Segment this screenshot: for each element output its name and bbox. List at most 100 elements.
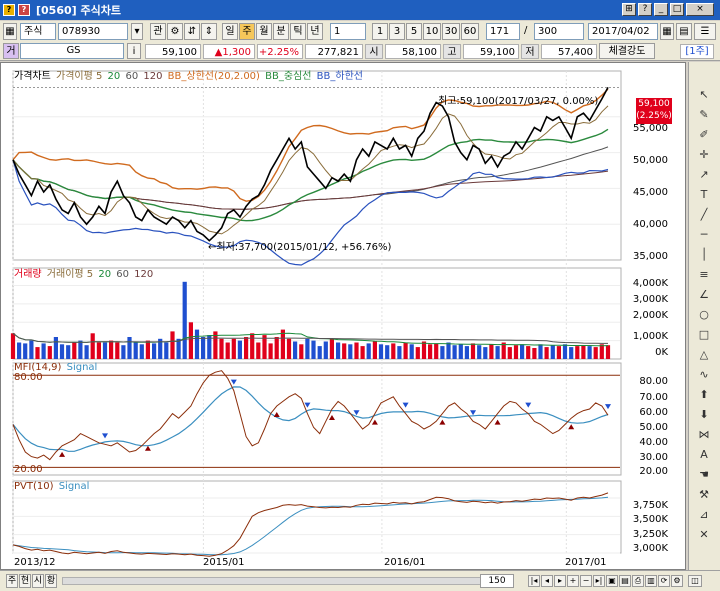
scroll-right-icon[interactable]: ▸ [554,575,566,587]
bottom-tab-3[interactable]: 시 [32,574,44,588]
range-60[interactable]: 60 [461,23,479,40]
gwan-button[interactable]: 관 [150,23,166,40]
expand-icon[interactable]: ◫ [688,575,702,587]
volume-bar [194,329,200,359]
strength-button[interactable]: 체결강도 [599,43,655,59]
scroll-left-end-icon[interactable]: |◂ [528,575,540,587]
menu-icon[interactable]: ☰ [694,23,716,40]
range-3[interactable]: 3 [389,23,405,40]
volume-bar [152,343,157,359]
layout-button[interactable]: ⊞ [622,3,636,16]
volume-bar [569,347,574,359]
tab-day[interactable]: 일 [222,23,238,40]
count-input[interactable]: 171 [486,23,520,40]
close-button[interactable]: × [686,3,714,16]
help-button[interactable]: ? [638,3,652,16]
eraser-icon[interactable]: ✎ [694,106,714,123]
pattern-icon[interactable]: ⋈ [694,426,714,443]
bottom-tab-1[interactable]: 주 [6,574,18,588]
calendar-icon[interactable]: ▦ [660,23,674,40]
arrow-down-icon[interactable]: ⬇ [694,406,714,423]
minimize-button[interactable]: _ [654,3,668,16]
info-icon[interactable]: i [127,43,141,59]
vertical-line-icon[interactable]: │ [694,246,714,263]
search-icon[interactable]: ▾ [131,23,143,40]
angle-icon[interactable]: ∠ [694,286,714,303]
rect-icon[interactable]: □ [694,326,714,343]
cursor-icon[interactable]: ↖ [694,86,714,103]
range-1[interactable]: 1 [372,23,388,40]
volume-bar [464,346,469,359]
edit-icon[interactable]: ✐ [694,126,714,143]
arrow-up-icon[interactable]: ⬆ [694,386,714,403]
volume-bar [244,337,249,359]
interval-select[interactable]: 1 [330,23,366,40]
hand-icon[interactable]: ☚ [694,466,714,483]
bottom-bar: 주 현 시 황 150 |◂ ◂ ▸ + − ▸| ▣ ▤ ⎙ ▥ ⟳ ⚙ ◫ [0,570,720,591]
horizontal-line-icon[interactable]: ─ [694,226,714,243]
refresh-icon[interactable]: ⟳ [658,575,670,587]
save-icon[interactable]: ▤ [619,575,631,587]
volume-bar [256,342,261,359]
group-flag[interactable]: 거 [3,43,19,59]
spin-icon[interactable]: ⇕ [201,23,217,40]
range-30[interactable]: 30 [442,23,460,40]
scroll-track[interactable] [62,577,482,585]
maximize-button[interactable]: □ [670,3,684,16]
total-input[interactable]: 300 [534,23,584,40]
wave-icon[interactable]: ∿ [694,366,714,383]
tab-month[interactable]: 월 [256,23,272,40]
options-icon[interactable]: ⚙ [671,575,683,587]
scroll-left-icon[interactable]: ◂ [541,575,553,587]
chart-area[interactable] [0,62,686,570]
auto-icon[interactable]: A [694,446,714,463]
volume-bar [556,346,561,359]
bottom-tab-2[interactable]: 현 [19,574,31,588]
reorder-icon[interactable]: ⇵ [184,23,200,40]
panel-frame-mfi [12,362,622,476]
image-icon[interactable]: ▥ [645,575,657,587]
ruler-icon[interactable]: ⊿ [694,506,714,523]
delete-icon[interactable]: ✕ [694,526,714,543]
full-view-icon[interactable]: ▣ [606,575,618,587]
scroll-right-end-icon[interactable]: ▸| [593,575,605,587]
bottom-count[interactable]: 150 [480,574,514,588]
legend-volume: 거래량 [14,269,42,280]
range-5[interactable]: 5 [406,23,422,40]
grid-icon[interactable]: ▦ [3,23,17,40]
code-input[interactable]: 078930 [58,23,128,40]
tools-icon[interactable]: ⚒ [694,486,714,503]
print-icon[interactable]: ⎙ [632,575,644,587]
range-10[interactable]: 10 [423,23,441,40]
grid-view-icon[interactable]: ▤ [676,23,692,40]
volume-bar [434,343,439,359]
line-icon[interactable]: ╱ [694,206,714,223]
volume-bar [593,347,598,359]
crosshair-icon[interactable]: ✛ [694,146,714,163]
text-icon[interactable]: T [694,186,714,203]
ytick-vol-2000: 2,000K [632,310,668,321]
volume-bar [599,344,604,359]
volume-bar [29,340,34,359]
settings-icon[interactable]: ⚙ [167,23,183,40]
volume-bar [59,344,65,359]
triangle-icon[interactable]: △ [694,346,714,363]
tab-year[interactable]: 년 [307,23,323,40]
date-input[interactable]: 2017/04/02 [588,23,658,40]
fibonacci-icon[interactable]: ≡ [694,266,714,283]
ytick-mfi-30: 30.00 [639,452,668,463]
bottom-tab-4[interactable]: 황 [45,574,57,588]
trend-icon[interactable]: ↗ [694,166,714,183]
xtick-2017-01: 2017/01 [565,557,607,568]
tab-week[interactable]: 주 [239,23,255,40]
tab-minute[interactable]: 분 [273,23,289,40]
chart-svg[interactable] [1,63,685,569]
ytick-price-55000: 55,000 [633,123,668,134]
market-select[interactable]: 주식 [20,23,56,40]
circle-icon[interactable]: ○ [694,306,714,323]
volume-bar [372,341,377,359]
tab-tick[interactable]: 틱 [290,23,306,40]
zoom-in-icon[interactable]: + [567,575,579,587]
zoom-out-icon[interactable]: − [580,575,592,587]
help-icon[interactable]: ? [18,4,30,16]
